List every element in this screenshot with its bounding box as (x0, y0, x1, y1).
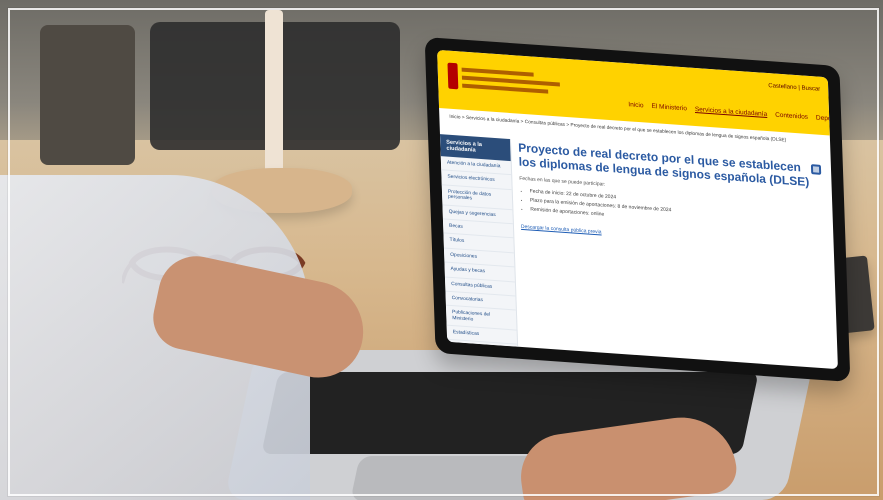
print-icon[interactable] (810, 164, 822, 175)
nav-contenidos[interactable]: Contenidos (775, 112, 808, 121)
nav-inicio[interactable]: Inicio (628, 101, 643, 109)
utility-links: Castellano | Buscar (768, 83, 820, 93)
lamp-pole (265, 10, 283, 180)
main-nav: Inicio El Ministerio Servicios a la ciud… (628, 101, 838, 123)
logo-text-line (461, 67, 534, 77)
sidebar: Servicios a la ciudadanía Atención a la … (439, 134, 519, 370)
main-content: Proyecto de real decreto por el que se e… (518, 141, 825, 364)
laptop-display: Castellano | Buscar Inicio El Ministerio… (437, 49, 838, 370)
spanish-crest-icon (447, 62, 459, 90)
search-link[interactable]: Buscar (801, 85, 820, 92)
gov-logo (447, 61, 568, 106)
nav-el-ministerio[interactable]: El Ministerio (651, 103, 687, 113)
language-link[interactable]: Castellano (768, 83, 797, 91)
photo-scene: Castellano | Buscar Inicio El Ministerio… (0, 0, 883, 500)
plant-pot (40, 25, 135, 165)
logo-text-line (462, 83, 549, 94)
laptop-trackpad (350, 456, 540, 500)
download-link[interactable]: Descargar la consulta pública previa (521, 223, 602, 235)
laptop-screen: Castellano | Buscar Inicio El Ministerio… (424, 36, 851, 383)
nav-deportes[interactable]: Deportes (816, 114, 838, 123)
nav-servicios[interactable]: Servicios a la ciudadanía (695, 106, 767, 118)
utility-separator: | (798, 85, 801, 92)
